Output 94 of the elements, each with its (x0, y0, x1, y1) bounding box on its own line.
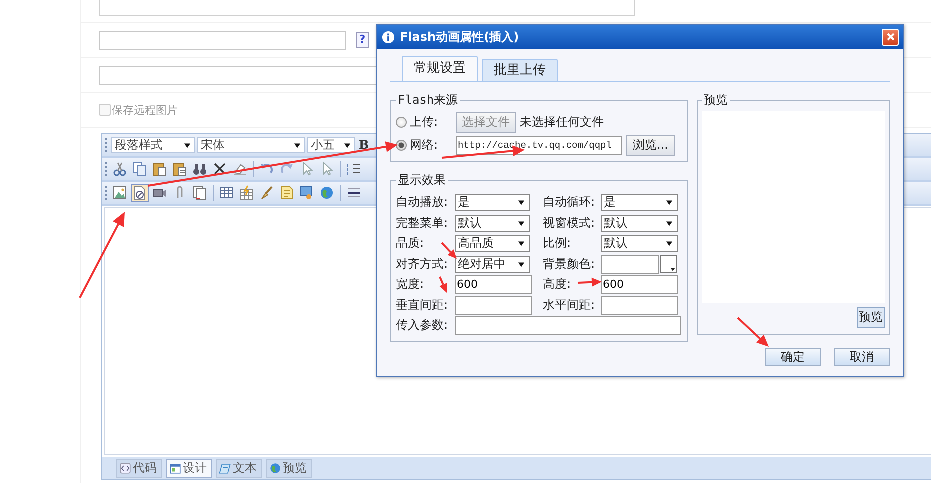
dropdown-arrow-icon (518, 260, 525, 268)
field-label: 水平间距: (543, 296, 596, 314)
input-field[interactable]: 600 (455, 275, 532, 294)
mode-tab[interactable]: 预览 (266, 458, 312, 478)
dialog-button[interactable]: 确定 (765, 348, 821, 366)
file-status: 未选择任何文件 (520, 114, 604, 130)
tab[interactable]: 批里上传 (482, 59, 558, 81)
dropdown[interactable]: 绝对居中 (455, 256, 530, 272)
dropdown-arrow-icon (294, 142, 301, 148)
help-icon[interactable]: ? (356, 32, 369, 48)
dropdown-value: 是 (458, 194, 470, 211)
field-label: 自动播放: (396, 194, 448, 211)
input-field[interactable]: 600 (601, 275, 678, 294)
field-label: 宽度: (396, 276, 424, 293)
field-label: 品质: (396, 235, 424, 252)
dropdown[interactable]: 默认 (601, 214, 678, 232)
dropdown-value: 默认 (458, 214, 482, 232)
annotation-arrow (737, 317, 769, 347)
field-label: 传入参数: (396, 317, 448, 334)
info-icon (382, 30, 395, 44)
input-field[interactable] (601, 296, 678, 314)
scissors-icon[interactable] (111, 160, 129, 178)
dropdown-value: 高品质 (458, 235, 494, 252)
code-icon (119, 462, 132, 474)
dropdown-arrow-icon (184, 142, 191, 148)
dropdown-value: 默认 (604, 235, 628, 252)
field-label: 自动循环: (543, 194, 596, 211)
dropdown[interactable]: 默认 (455, 214, 530, 232)
table-icon[interactable] (238, 184, 256, 202)
dropdown[interactable]: 小五 (307, 137, 355, 153)
dropdown[interactable]: 高品质 (455, 235, 530, 252)
dropdown-arrow-icon (666, 199, 673, 206)
dropdown-arrow-icon (666, 240, 673, 247)
color-picker-button[interactable] (660, 255, 677, 273)
dropdown-value: 绝对居中 (458, 256, 506, 272)
dropdown[interactable]: 是 (601, 194, 678, 211)
annotation-arrow (578, 278, 602, 287)
field-label: 完整菜单: (396, 214, 448, 232)
globe-icon[interactable] (318, 184, 336, 202)
globe-icon (269, 462, 282, 474)
dropdown[interactable]: 段落样式 (111, 137, 195, 153)
tab[interactable]: 常规设置 (402, 56, 478, 81)
annotation-arrow (441, 242, 457, 259)
dropdown-value: 宋体 (201, 136, 225, 154)
checkbox-label: 保存远程图片 (112, 102, 178, 118)
color-field[interactable] (601, 254, 659, 274)
input-field[interactable] (455, 296, 532, 314)
dropdown-arrow-icon (344, 142, 351, 148)
dropdown[interactable]: 宋体 (197, 137, 305, 153)
dropdown-value: 是 (604, 194, 616, 211)
input-field[interactable] (99, 30, 346, 50)
checkbox[interactable] (99, 104, 111, 116)
field-label: 背景颜色: (543, 256, 596, 272)
dropdown-arrow-icon (670, 266, 676, 272)
radio-button[interactable] (396, 140, 407, 150)
group-title: 预览 (703, 92, 729, 109)
field-label: 对齐方式: (396, 256, 448, 272)
field-label: 垂直间距: (396, 296, 448, 314)
radio-label: 网络: (410, 136, 438, 154)
bold-button[interactable]: B (357, 138, 372, 152)
dropdown-arrow-icon (518, 220, 525, 226)
close-icon (886, 32, 896, 42)
dropdown-arrow-icon (518, 199, 525, 206)
radio-button[interactable] (396, 116, 407, 128)
mode-tab[interactable]: 设计 (166, 458, 212, 478)
url-field[interactable]: http://cache.tv.qq.com/qqpl (456, 136, 622, 154)
mode-tab[interactable]: 代码 (116, 458, 162, 478)
close-button[interactable] (882, 28, 899, 46)
annotation-arrow (439, 276, 448, 293)
notebook-icon (219, 462, 232, 474)
dropdown[interactable]: 是 (455, 194, 530, 211)
pages-icon[interactable] (191, 184, 209, 202)
dropdown-arrow-icon (518, 240, 525, 247)
field-label: 高度: (543, 276, 572, 293)
landscape-icon[interactable] (111, 184, 129, 202)
document-icon[interactable] (131, 184, 149, 202)
dropdown-value: 段落样式 (115, 136, 163, 154)
preview-button[interactable]: 预览 (857, 307, 885, 328)
copy-icon[interactable] (131, 160, 149, 178)
dropdown-value: 小五 (311, 136, 335, 154)
window-title: Flash动画属性(插入) (400, 28, 520, 46)
dropdown[interactable]: 默认 (601, 235, 678, 252)
field-label: 比例: (543, 235, 572, 252)
design-icon (169, 462, 182, 474)
input-field[interactable] (455, 316, 681, 335)
group-title: 显示效果 (397, 172, 447, 189)
dropdown-value: 默认 (604, 214, 628, 232)
dropdown-arrow-icon (666, 220, 673, 226)
browse-button[interactable]: 浏览... (626, 134, 676, 156)
mode-tab[interactable]: 文本 (216, 458, 262, 478)
field-label: 视窗模式: (543, 214, 596, 232)
radio-label: 上传: (410, 114, 438, 130)
group-title: Flash来源 (397, 92, 460, 109)
dialog-button[interactable]: 取消 (834, 348, 890, 366)
